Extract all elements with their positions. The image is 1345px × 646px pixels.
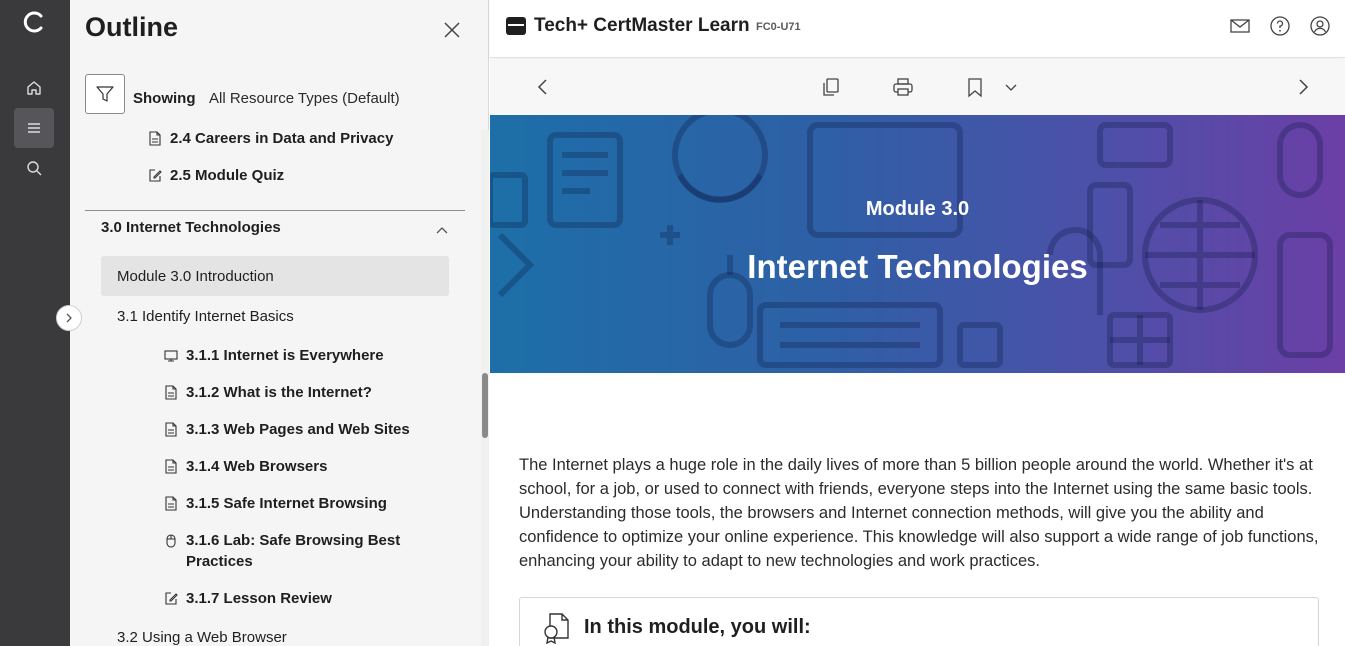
search-icon — [27, 161, 42, 176]
banner-title: Internet Technologies — [747, 248, 1088, 285]
outline-item-intro[interactable]: Module 3.0 Introduction — [117, 266, 274, 287]
section-header[interactable]: 3.0 Internet Technologies — [101, 219, 281, 236]
outline-item[interactable]: 3.1.4 Web Browsers — [164, 456, 327, 477]
outline-item[interactable]: 3.1.5 Safe Internet Browsing — [164, 493, 387, 514]
bookmark-icon[interactable] — [964, 76, 986, 98]
intro-paragraph: The Internet plays a huge role in the da… — [519, 456, 1319, 570]
outline-item[interactable]: 3.1.2 What is the Internet? — [164, 382, 372, 403]
module-banner: Module 3.0 Internet Technologies — [490, 115, 1345, 373]
outline-title: Outline — [85, 12, 178, 42]
chevron-up-icon[interactable] — [436, 226, 448, 234]
banner-subtitle: Module 3.0 — [865, 198, 970, 220]
app-logo-icon[interactable] — [22, 10, 46, 34]
rail-search-button[interactable] — [14, 148, 54, 188]
chevron-down-icon[interactable] — [1004, 76, 1018, 98]
edit-icon — [149, 169, 162, 182]
outline-panel: Outline Showing All Resource Types (Defa… — [70, 0, 489, 646]
help-icon[interactable] — [1269, 15, 1291, 37]
course-code: FC0-U71 — [756, 21, 801, 33]
document-icon — [149, 131, 161, 146]
filter-icon — [96, 86, 114, 102]
user-icon[interactable] — [1309, 15, 1331, 37]
module-objectives-box: In this module, you will: — [519, 597, 1319, 646]
filter-value[interactable]: All Resource Types (Default) — [209, 90, 400, 107]
outline-item[interactable]: 2.5 Module Quiz — [148, 165, 284, 186]
home-icon — [27, 81, 41, 95]
top-bar: Tech+ CertMaster Learn FC0-U71 — [490, 0, 1345, 58]
filter-button[interactable] — [85, 74, 125, 114]
chevron-left-icon[interactable] — [532, 76, 554, 98]
chevron-right-icon — [66, 313, 72, 323]
rail-home-button[interactable] — [14, 68, 54, 108]
print-icon[interactable] — [892, 76, 914, 98]
outline-item[interactable]: 3.1.3 Web Pages and Web Sites — [164, 419, 410, 440]
filter-label: Showing — [133, 90, 196, 107]
edit-icon — [165, 592, 178, 605]
lesson-header[interactable]: 3.2 Using a Web Browser — [117, 627, 287, 646]
expand-panel-button[interactable] — [56, 305, 82, 331]
document-icon — [165, 385, 177, 400]
chevron-right-icon[interactable] — [1292, 76, 1314, 98]
outline-item[interactable]: 3.1.6 Lab: Safe Browsing Best Practices — [164, 530, 414, 572]
document-icon — [165, 459, 177, 474]
menu-icon — [28, 123, 40, 133]
brand-logo-icon — [506, 17, 526, 35]
copy-icon[interactable] — [820, 76, 842, 98]
close-icon[interactable] — [442, 20, 462, 40]
lesson-header[interactable]: 3.1 Identify Internet Basics — [117, 306, 294, 327]
mail-icon[interactable] — [1229, 15, 1251, 37]
rail-outline-button[interactable] — [14, 108, 54, 148]
certificate-icon — [544, 613, 569, 644]
tech-pattern-illustration — [490, 115, 1333, 368]
document-icon — [165, 422, 177, 437]
outline-item[interactable]: 3.1.7 Lesson Review — [164, 588, 332, 609]
document-icon — [165, 496, 177, 511]
mouse-icon — [166, 534, 176, 548]
monitor-icon — [164, 350, 178, 362]
module-box-title: In this module, you will: — [584, 616, 811, 638]
section-divider — [85, 210, 465, 211]
outline-item[interactable]: 3.1.1 Internet is Everywhere — [164, 345, 384, 366]
outline-item[interactable]: 2.4 Careers in Data and Privacy — [148, 128, 393, 149]
outline-scrollbar-thumb[interactable] — [482, 373, 488, 438]
content-toolbar — [490, 59, 1345, 115]
app-title: Tech+ CertMaster Learn — [534, 15, 750, 36]
